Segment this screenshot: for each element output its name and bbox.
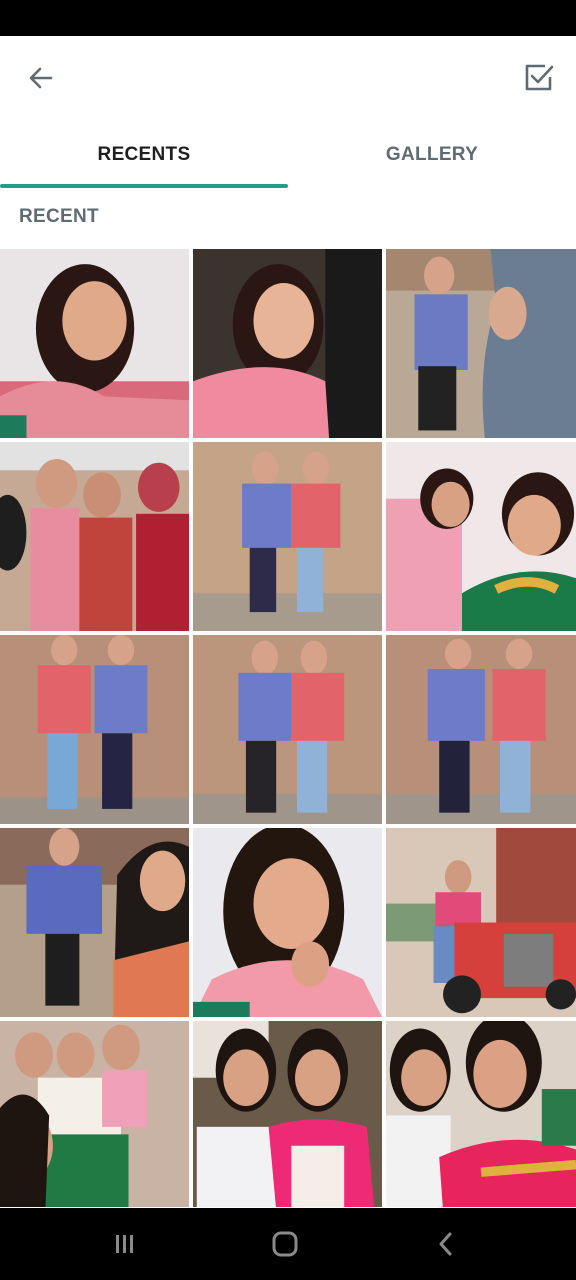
recent-apps-button[interactable] xyxy=(104,1224,144,1264)
photo-thumbnail[interactable] xyxy=(193,635,382,824)
photo-thumbnail[interactable] xyxy=(0,1021,189,1207)
tab-recents-label: RECENTS xyxy=(97,144,191,165)
tab-recents[interactable]: RECENTS xyxy=(0,120,288,190)
photo-image xyxy=(193,828,382,1017)
tab-gallery-label: GALLERY xyxy=(385,144,479,165)
tab-bar: RECENTS GALLERY xyxy=(0,120,576,190)
photo-image xyxy=(386,828,576,1017)
app-bar xyxy=(0,36,576,120)
back-nav-button[interactable] xyxy=(426,1224,466,1264)
arrow-left-icon xyxy=(29,67,53,89)
tab-gallery[interactable]: GALLERY xyxy=(288,120,576,190)
photo-thumbnail[interactable] xyxy=(386,1021,576,1207)
photo-thumbnail[interactable] xyxy=(0,249,189,438)
photo-image xyxy=(0,442,189,631)
photo-image xyxy=(193,635,382,824)
back-chevron-icon xyxy=(439,1232,452,1256)
photo-thumbnail[interactable] xyxy=(0,828,189,1017)
photo-image xyxy=(386,249,576,438)
photo-thumbnail[interactable] xyxy=(193,828,382,1017)
photo-thumbnail[interactable] xyxy=(386,442,576,631)
photo-image xyxy=(193,1021,382,1207)
photo-image xyxy=(386,442,576,631)
photo-image xyxy=(386,635,576,824)
home-button[interactable] xyxy=(265,1224,305,1264)
photo-image xyxy=(0,1021,189,1207)
photo-image xyxy=(0,635,189,824)
photo-thumbnail[interactable] xyxy=(386,635,576,824)
photo-grid xyxy=(0,249,576,1207)
photo-thumbnail[interactable] xyxy=(193,249,382,438)
status-bar xyxy=(0,0,576,36)
photo-image xyxy=(193,249,382,438)
select-button[interactable] xyxy=(519,58,559,98)
tab-indicator xyxy=(0,184,288,188)
photo-thumbnail[interactable] xyxy=(193,1021,382,1207)
photo-image xyxy=(193,442,382,631)
photo-thumbnail[interactable] xyxy=(386,828,576,1017)
photo-thumbnail[interactable] xyxy=(193,442,382,631)
section-title: RECENT xyxy=(19,206,99,227)
checkbox-checked-icon xyxy=(525,64,554,91)
system-nav-bar xyxy=(0,1208,576,1280)
photo-image xyxy=(0,828,189,1017)
photo-thumbnail[interactable] xyxy=(0,635,189,824)
photo-thumbnail[interactable] xyxy=(0,442,189,631)
back-button[interactable] xyxy=(21,58,61,98)
home-icon xyxy=(272,1231,298,1257)
photo-image xyxy=(0,249,189,438)
recent-apps-icon xyxy=(116,1235,133,1253)
photo-thumbnail[interactable] xyxy=(386,249,576,438)
photo-image xyxy=(386,1021,576,1207)
